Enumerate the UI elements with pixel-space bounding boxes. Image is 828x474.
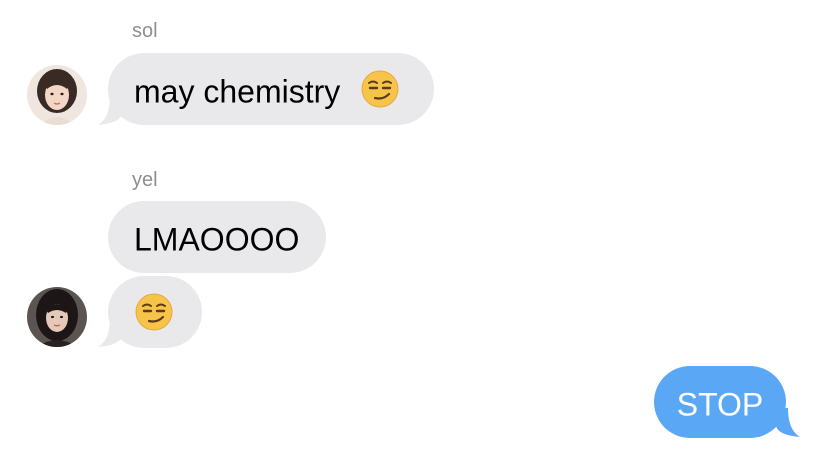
message-bubble-yel-2[interactable] [108, 276, 202, 348]
avatar-yel[interactable] [27, 287, 87, 347]
message-text: STOP [676, 386, 764, 423]
message-bubble-sol-1[interactable]: may chemistry [108, 53, 434, 125]
sender-name-sol: sol [132, 20, 158, 42]
sender-name-yel: yel [132, 169, 158, 191]
message-bubble-yel-1[interactable]: LMAOOOO [108, 201, 326, 273]
avatar-sol[interactable] [27, 65, 87, 125]
message-bubble-outgoing-1[interactable]: STOP [654, 366, 786, 438]
message-text: may chemistry [134, 73, 341, 110]
smirking-face-icon [361, 70, 399, 108]
smirking-face-icon [135, 293, 173, 331]
chat-thread: sol may chemistry yel LMAOOOO STOP [0, 0, 828, 474]
message-text: LMAOOOO [134, 221, 300, 258]
